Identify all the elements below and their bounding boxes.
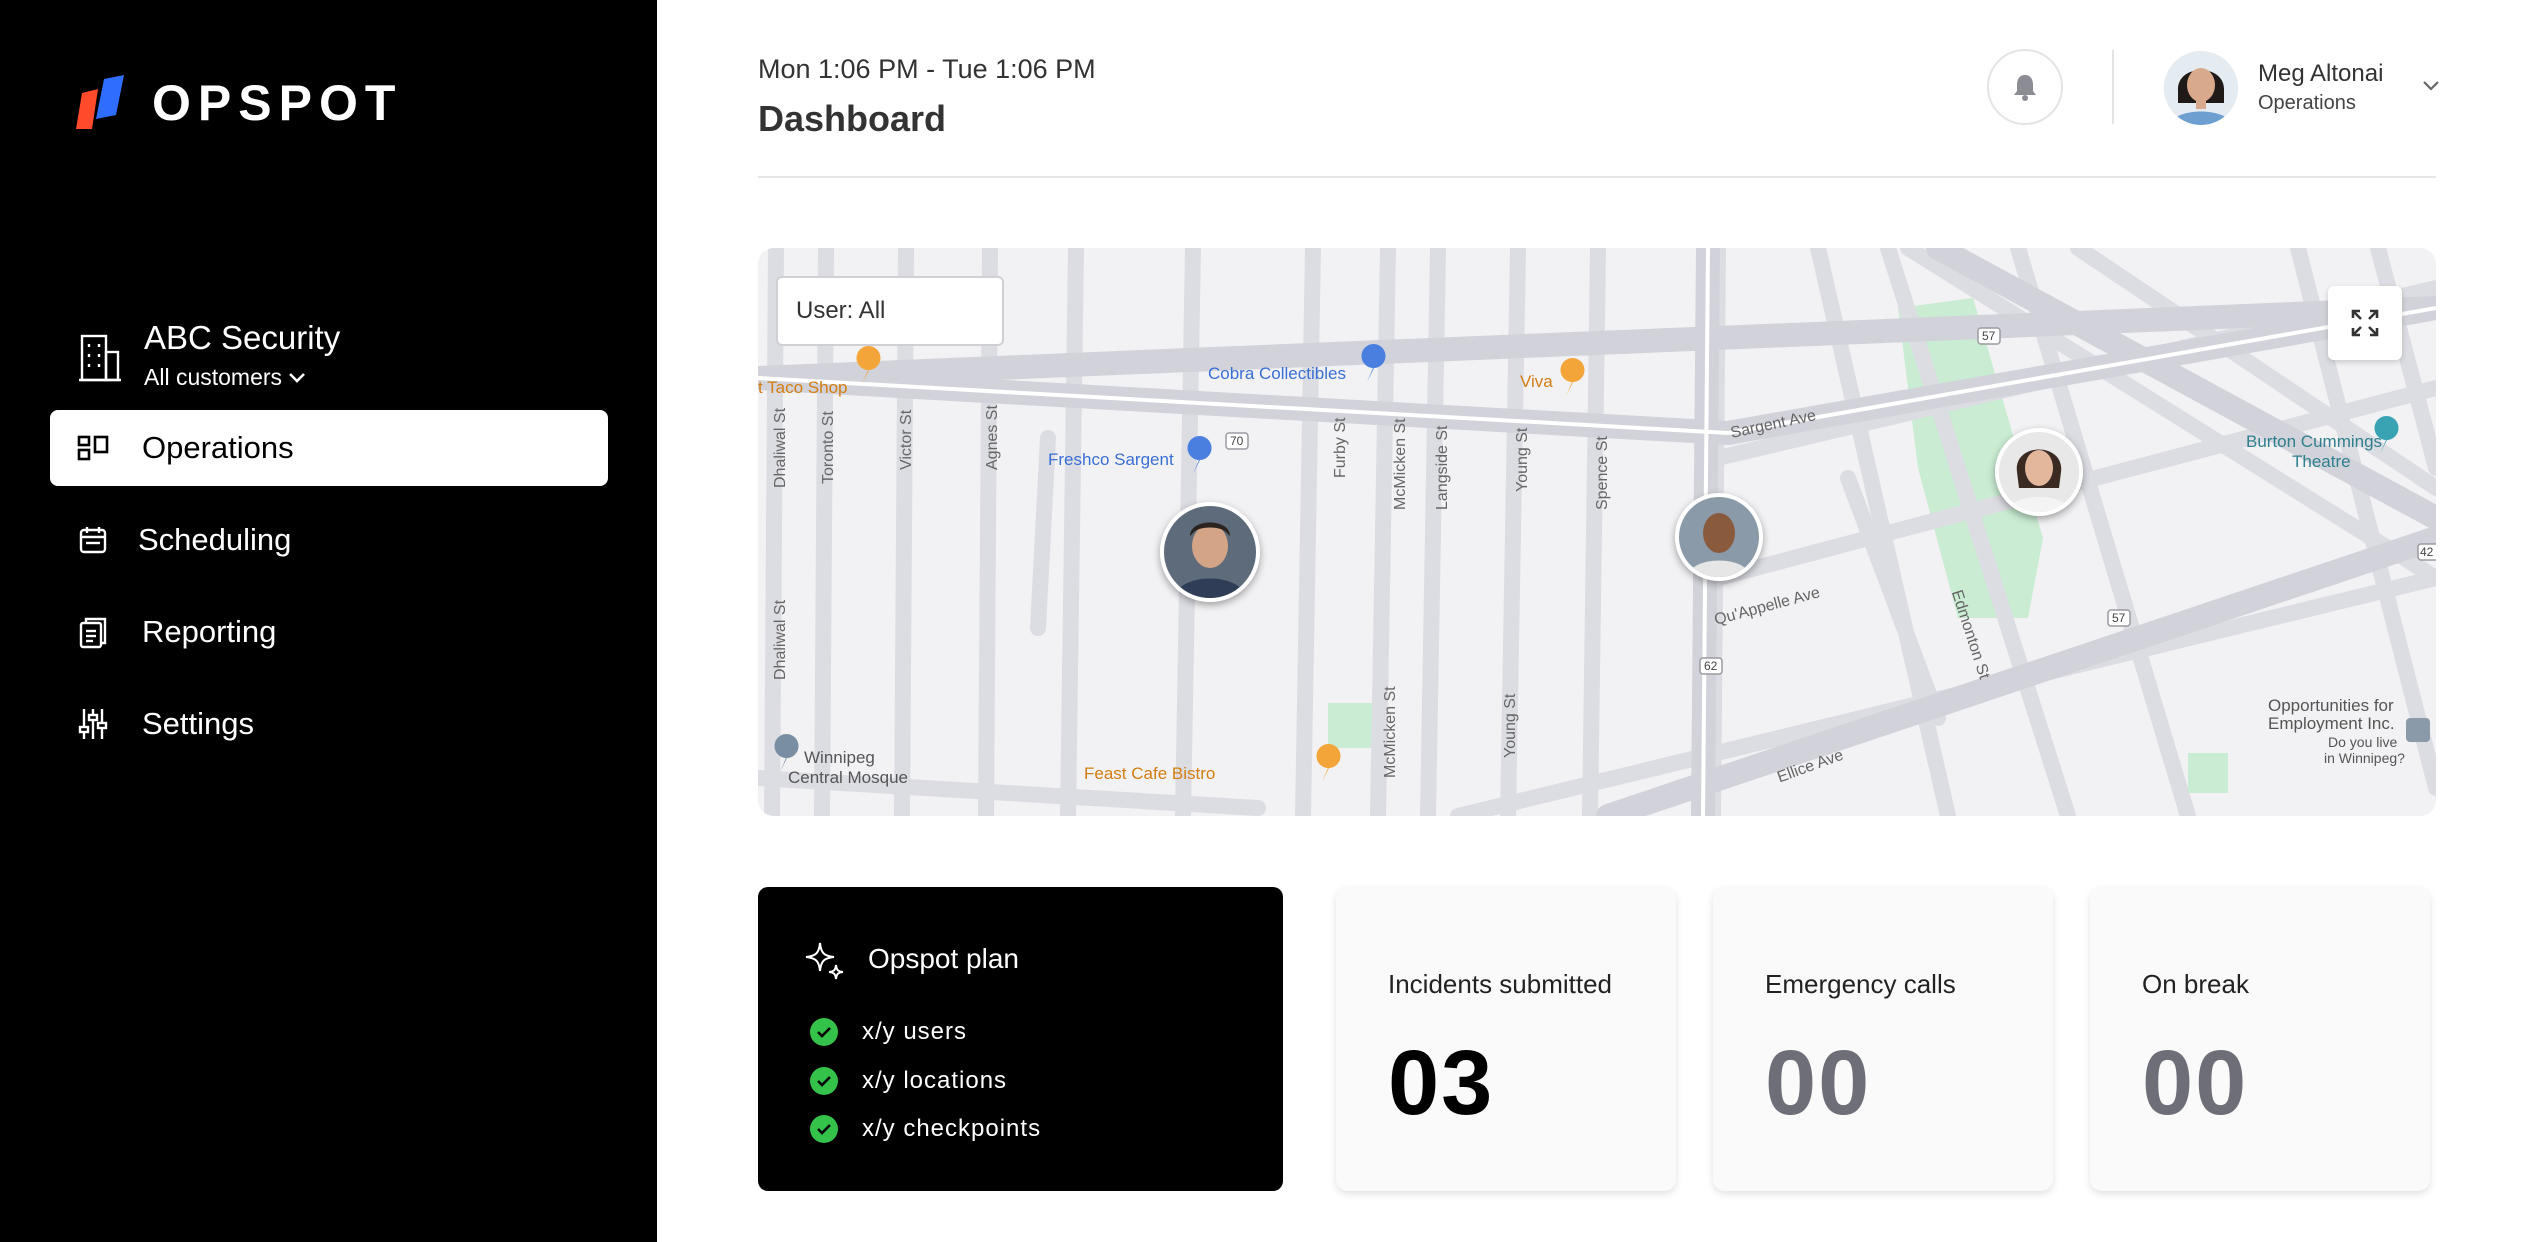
fullscreen-button[interactable] <box>2328 286 2402 360</box>
calendar-icon <box>76 523 110 557</box>
operations-icon <box>76 431 110 465</box>
stat-card-on-break[interactable]: On break 00 <box>2090 887 2430 1191</box>
map-label-opportunities-2[interactable]: Employment Inc. <box>2268 714 2395 734</box>
check-circle-icon <box>810 1115 838 1143</box>
stat-value: 00 <box>1765 1032 1872 1134</box>
bell-icon <box>2014 75 2036 101</box>
map-label-toronto-st: Toronto St <box>820 411 837 484</box>
avatar[interactable] <box>2164 51 2238 125</box>
plan-header: Opspot plan <box>802 937 1019 981</box>
map-label-opportunities-3: Do you live <box>2328 734 2398 750</box>
map-label-mosque-1[interactable]: Winnipeg <box>804 748 875 768</box>
opspot-logo-mark <box>76 75 124 129</box>
sidebar-item-settings[interactable]: Settings <box>50 686 608 762</box>
stat-value: 00 <box>2142 1032 2249 1134</box>
user-location-pin[interactable] <box>1995 428 2083 516</box>
check-circle-icon <box>810 1018 838 1046</box>
map-label-furby-st: Furby St <box>1332 417 1349 478</box>
plan-item: x/y checkpoints <box>810 1115 1041 1143</box>
stat-value: 03 <box>1388 1032 1495 1134</box>
map-label-dhaliwal-st: Dhaliwal St <box>772 407 789 488</box>
route-shield-57-south: 57 <box>2112 611 2126 625</box>
map-label-mcmicken-st-south: McMicken St <box>1382 686 1399 778</box>
sidebar-item-label: Operations <box>142 430 294 465</box>
plan-item-label: x/y checkpoints <box>862 1115 1042 1142</box>
plan-item: x/y users <box>810 1018 967 1046</box>
page-title: Dashboard <box>758 98 947 139</box>
user-location-pin[interactable] <box>1160 502 1260 602</box>
plan-item-label: x/y locations <box>862 1067 1008 1094</box>
user-name: Meg Altonai <box>2258 60 2384 87</box>
sidebar: OPSPOT ABC Security All customers Operat… <box>0 0 657 1242</box>
route-shield-62: 62 <box>1704 659 1718 673</box>
map-label-spence-st: Spence St <box>1594 436 1611 510</box>
user-location-pin[interactable] <box>1675 493 1763 581</box>
map-label-young-st-south: Young St <box>1502 693 1519 758</box>
customer-filter-label: All customers <box>144 364 283 390</box>
map-label-young-st: Young St <box>1514 427 1531 492</box>
sidebar-item-label: Scheduling <box>138 522 292 557</box>
logo-text: OPSPOT <box>152 75 403 131</box>
stat-card-emergency-calls[interactable]: Emergency calls 00 <box>1713 887 2053 1191</box>
page-header: Mon 1:06 PM - Tue 1:06 PM Dashboard Meg … <box>758 0 2439 178</box>
user-role: Operations <box>2258 92 2356 114</box>
map-label-feast-cafe[interactable]: Feast Cafe Bistro <box>1084 764 1215 784</box>
plan-card[interactable]: Opspot plan x/y users x/y locations x/y … <box>758 887 1283 1191</box>
map-label-taco-shop[interactable]: t Taco Shop <box>758 378 847 398</box>
map-label-viva[interactable]: Viva <box>1520 372 1553 392</box>
sidebar-item-reporting[interactable]: Reporting <box>50 594 608 670</box>
user-filter-dropdown[interactable]: User: All <box>776 276 1004 346</box>
user-avatar-image <box>2164 51 2238 125</box>
sparkle-icon <box>805 942 844 980</box>
sidebar-item-label: Reporting <box>142 614 277 649</box>
route-shield-70: 70 <box>1230 434 1244 448</box>
map-label-burton-cummings-1[interactable]: Burton Cummings <box>2246 432 2382 452</box>
app-root: OPSPOT ABC Security All customers Operat… <box>0 0 2536 1242</box>
map-label-opportunities-1[interactable]: Opportunities for <box>2268 696 2394 716</box>
map-label-opportunities-4: in Winnipeg? <box>2324 750 2405 766</box>
map-label-burton-cummings-2[interactable]: Theatre <box>2292 452 2351 472</box>
sidebar-item-operations[interactable]: Operations <box>50 410 608 486</box>
plan-item: x/y locations <box>810 1067 1007 1095</box>
sliders-icon <box>76 707 110 741</box>
expand-icon <box>2351 309 2379 337</box>
map-label-dhaliwal-st-south: Dhaliwal St <box>772 599 789 680</box>
stat-card-incidents[interactable]: Incidents submitted 03 <box>1336 887 1676 1191</box>
map-label-victor-st: Victor St <box>898 409 915 470</box>
date-range[interactable]: Mon 1:06 PM - Tue 1:06 PM <box>758 54 1096 85</box>
stat-label: On break <box>2142 969 2249 999</box>
stat-label: Incidents submitted <box>1388 969 1613 999</box>
customer-filter[interactable]: All customers <box>144 364 340 391</box>
route-shield-42: 42 <box>2420 545 2434 559</box>
clipboard-icon <box>76 615 110 649</box>
building-icon <box>79 334 121 382</box>
sidebar-item-label: Settings <box>142 706 255 741</box>
organization-selector[interactable]: ABC Security All customers <box>78 318 340 391</box>
plan-item-label: x/y users <box>862 1018 968 1045</box>
check-circle-icon <box>810 1067 838 1095</box>
plan-title: Opspot plan <box>868 943 1019 974</box>
notifications-button[interactable] <box>1987 49 2063 125</box>
map-label-mcmicken-st: McMicken St <box>1392 418 1409 510</box>
map-label-freshco[interactable]: Freshco Sargent <box>1048 450 1174 470</box>
chevron-down-icon <box>289 372 305 383</box>
map-label-langside-st: Langside St <box>1434 425 1451 510</box>
logo[interactable]: OPSPOT <box>74 74 402 132</box>
map-view[interactable]: t Taco Shop Cobra Collectibles Viva Fres… <box>758 248 2436 816</box>
organization-name: ABC Security <box>144 319 341 356</box>
chevron-down-icon[interactable] <box>2422 80 2440 92</box>
map-label-mosque-2[interactable]: Central Mosque <box>788 768 908 788</box>
route-shield-57-north: 57 <box>1982 329 1996 343</box>
sidebar-item-scheduling[interactable]: Scheduling <box>50 502 608 578</box>
map-label-agnes-st: Agnes St <box>984 405 1001 470</box>
map-streets <box>758 248 2436 816</box>
stat-label: Emergency calls <box>1765 969 1956 999</box>
header-divider <box>2112 50 2114 124</box>
map-label-cobra-collectibles[interactable]: Cobra Collectibles <box>1208 364 1346 384</box>
